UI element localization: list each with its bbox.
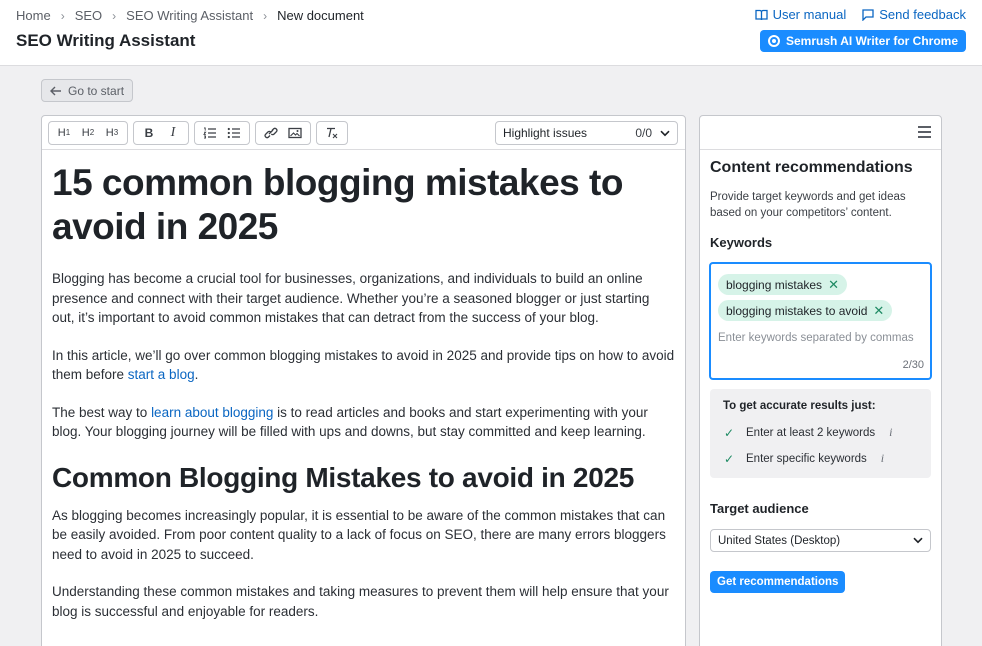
tip-item: ✓ Enter at least 2 keywords i <box>724 425 892 440</box>
heading-1-letter: H <box>57 126 66 139</box>
remove-keyword-icon[interactable]: ✕ <box>828 277 839 293</box>
heading-1-level: 1 <box>65 128 71 137</box>
article-paragraph[interactable]: In this article, we’ll go over common bl… <box>52 346 675 385</box>
chevron-down-icon <box>660 130 670 137</box>
panel-description: Provide target keywords and get ideas ba… <box>710 191 906 219</box>
send-feedback-link[interactable]: Send feedback <box>862 7 966 22</box>
info-icon[interactable]: i <box>881 451 884 466</box>
arrow-left-icon <box>50 86 62 96</box>
chevron-down-icon <box>913 537 923 544</box>
link-icon[interactable] <box>259 122 283 144</box>
go-to-start-label: Go to start <box>68 83 125 98</box>
format-group: B I <box>133 120 189 145</box>
book-icon <box>754 9 768 21</box>
tips-box: To get accurate results just: ✓ Enter at… <box>710 389 931 478</box>
target-audience-value: United States (Desktop) <box>718 534 841 547</box>
keyword-chip-label: blogging mistakes <box>726 277 823 292</box>
heading-2-button[interactable]: H2 <box>76 122 100 144</box>
italic-button[interactable]: I <box>161 122 185 144</box>
highlight-issues-label: Highlight issues <box>503 126 588 140</box>
paragraph-text: . <box>194 367 199 382</box>
heading-1-button[interactable]: H1 <box>52 122 76 144</box>
editor-toolbar: H1 H2 H3 B I Highlight issues 0/0 <box>42 116 685 150</box>
paragraph-text: The best way to <box>52 404 152 420</box>
panel-toolbar <box>700 116 941 150</box>
learn-about-blogging-link[interactable]: learn about blogging <box>151 405 273 420</box>
tip-item: ✓ Enter specific keywords i <box>724 451 884 466</box>
heading-3-level: 3 <box>113 128 119 137</box>
article-heading[interactable]: Common Blogging Mistakes to avoid in 202… <box>52 460 675 496</box>
keyword-chip: blogging mistakes ✕ <box>718 274 847 295</box>
article-paragraph[interactable]: As blogging becomes increasingly popular… <box>52 506 675 565</box>
clear-group <box>316 120 348 145</box>
panel-title: Content recommendations <box>710 159 913 176</box>
go-to-start-button[interactable]: Go to start <box>41 79 134 102</box>
keywords-label: Keywords <box>710 235 773 250</box>
semrush-ai-writer-chrome-button[interactable]: Semrush AI Writer for Chrome <box>759 30 966 52</box>
article-paragraph[interactable]: Blogging has become a crucial tool for b… <box>52 269 675 328</box>
keyword-chip: blogging mistakes to avoid ✕ <box>718 300 893 321</box>
content-recommendations-panel: Content recommendations Provide target k… <box>699 115 942 646</box>
tip-text: Enter specific keywords <box>746 452 867 465</box>
heading-3-button[interactable]: H3 <box>100 122 124 144</box>
remove-keyword-icon[interactable]: ✕ <box>873 303 884 319</box>
message-icon <box>862 8 874 21</box>
target-audience-label: Target audience <box>710 501 809 516</box>
send-feedback-label: Send feedback <box>879 7 966 22</box>
document-editor: H1 H2 H3 B I Highlight issues 0/0 15 com… <box>41 115 686 646</box>
heading-group: H1 H2 H3 <box>48 120 128 145</box>
image-icon[interactable] <box>283 122 307 144</box>
breadcrumb-home[interactable]: Home <box>16 8 51 23</box>
chrome-icon <box>767 35 780 47</box>
keywords-placeholder[interactable]: Enter keywords separated by commas <box>718 332 914 344</box>
user-manual-link[interactable]: User manual <box>754 7 847 22</box>
chevron-right-icon: › <box>112 8 117 23</box>
menu-icon[interactable] <box>918 126 931 138</box>
check-icon: ✓ <box>724 451 735 466</box>
get-recommendations-button[interactable]: Get recommendations <box>710 571 846 593</box>
bullet-list-icon[interactable] <box>222 122 246 144</box>
highlight-issues-select[interactable]: Highlight issues 0/0 <box>495 121 678 145</box>
chevron-right-icon: › <box>263 8 268 23</box>
article-paragraph[interactable]: The best way to learn about blogging is … <box>52 403 675 442</box>
heading-2-letter: H <box>81 126 90 139</box>
list-group <box>194 120 250 145</box>
header-links: User manual Send feedback <box>754 7 966 22</box>
tip-text: Enter at least 2 keywords <box>746 426 876 439</box>
breadcrumb-current: New document <box>277 8 364 23</box>
clear-formatting-icon[interactable] <box>320 122 344 144</box>
tips-title: To get accurate results just: <box>723 400 876 412</box>
page-title: SEO Writing Assistant <box>16 31 196 50</box>
check-icon: ✓ <box>724 425 735 440</box>
user-manual-label: User manual <box>772 7 847 22</box>
keywords-input[interactable]: blogging mistakes ✕ blogging mistakes to… <box>709 262 932 380</box>
chrome-button-label: Semrush AI Writer for Chrome <box>785 34 958 48</box>
info-icon[interactable]: i <box>889 425 892 440</box>
editor-content[interactable]: 15 common blogging mistakes to avoid in … <box>42 150 685 646</box>
chevron-right-icon: › <box>60 8 65 23</box>
breadcrumb: Home › SEO › SEO Writing Assistant › New… <box>16 8 364 23</box>
highlight-issues-count: 0/0 <box>635 126 652 140</box>
ordered-list-icon[interactable] <box>198 122 222 144</box>
insert-group <box>255 120 311 145</box>
breadcrumb-seo-writing-assistant[interactable]: SEO Writing Assistant <box>126 8 253 23</box>
breadcrumb-seo[interactable]: SEO <box>75 8 102 23</box>
start-a-blog-link[interactable]: start a blog <box>128 367 195 382</box>
article-paragraph[interactable]: Understanding these common mistakes and … <box>52 582 675 621</box>
bold-button[interactable]: B <box>137 122 161 144</box>
keyword-chip-label: blogging mistakes to avoid <box>726 303 868 318</box>
heading-2-level: 2 <box>89 128 95 137</box>
heading-3-letter: H <box>105 126 114 139</box>
app-header: Home › SEO › SEO Writing Assistant › New… <box>0 0 982 66</box>
article-title[interactable]: 15 common blogging mistakes to avoid in … <box>52 161 675 249</box>
keywords-counter: 2/30 <box>902 359 924 371</box>
target-audience-select[interactable]: United States (Desktop) <box>710 529 931 552</box>
